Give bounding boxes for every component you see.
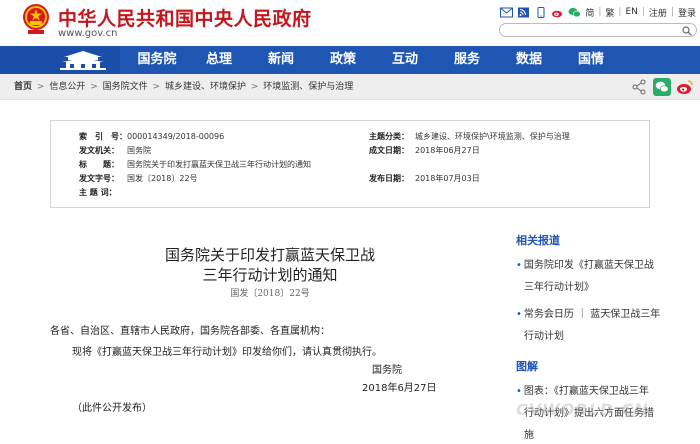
wechat-share-icon[interactable] [653,78,671,96]
issuer-value: 国务院 [127,146,151,155]
related-link-2-cont[interactable]: 行动计划 [516,327,564,342]
breadcrumb-separator: > [36,82,45,92]
graphic-link-1-line3: 施 [524,430,534,441]
issuer-label: 发文机关： [79,146,119,155]
bullet: • [516,260,522,271]
breadcrumb-separator: > [90,82,98,92]
keywords-label: 主 题 词： [79,188,117,197]
gate-tower-icon [60,51,106,70]
nav-item-services[interactable]: 服务 [436,46,498,74]
main-nav: 国务院 总理 新闻 政策 互动 服务 数据 国情 [0,46,700,74]
search-input[interactable] [506,25,676,35]
weibo-share-icon[interactable] [676,78,694,96]
breadcrumb-bar: 首页 > 信息公开 > 国务院文件 > 城乡建设、环境保护 > 环境监测、保护与… [0,74,700,100]
nav-home-block[interactable] [0,46,120,74]
nav-item-interaction[interactable]: 互动 [374,46,436,74]
breadcrumb-home[interactable]: 首页 [14,82,32,92]
article-date: 2018年6月27日 [362,383,437,394]
publish-date-label: 发布日期： [369,174,409,183]
register-link[interactable]: 注册 [649,6,667,19]
nav-item-premier[interactable]: 总理 [188,46,250,74]
separator: | [618,7,622,17]
nav-item-data[interactable]: 数据 [498,46,560,74]
breadcrumb-separator: > [250,82,259,92]
title-label: 标 题： [79,160,119,169]
related-link-1[interactable]: • 国务院印发《打赢蓝天保卫战 [516,256,654,271]
english-link[interactable]: EN [625,7,637,17]
topic-value: 城乡建设、环境保护\环境监测、保护与治理 [415,132,570,141]
related-reports-heading: 相关报道 [516,234,560,247]
breadcrumb-info-public[interactable]: 信息公开 [49,82,85,92]
related-link-1-cont[interactable]: 三年行动计划》 [516,278,594,293]
graphics-heading: 图解 [516,360,538,373]
topic-label: 主题分类： [369,132,409,141]
weibo-icon[interactable] [551,7,564,18]
breadcrumb-separator: > [152,82,161,92]
doc-no-value: 国发〔2018〕22号 [127,174,198,183]
article-title-line2: 三年行动计划的通知 [202,266,338,284]
article-title-line1: 国务院关于印发打赢蓝天保卫战 [164,246,375,264]
separator: | [670,7,674,17]
share-buttons [630,78,694,96]
index-no-label: 索 引 号： [79,132,127,141]
watermark: CVWORLD.CN [516,400,649,419]
document-info-table: 索 引 号： 000014349/2018-00096 主题分类： 城乡建设、环… [50,120,650,208]
search-box [499,23,697,37]
national-emblem-icon[interactable] [22,3,50,35]
graphic-link-1-cont2[interactable]: 施 [516,426,534,441]
bullet: • [516,386,522,397]
title-value: 国务院关于印发打赢蓝天保卫战三年行动计划的通知 [127,160,311,169]
doc-no-label: 发文字号： [79,174,119,183]
breadcrumb-monitoring[interactable]: 环境监测、保护与治理 [263,82,353,92]
graphic-link-1-line1: 图表：《打赢蓝天保卫战三年 [523,386,649,397]
related-link-2[interactable]: • 常务会日历 ｜ 蓝天保卫战三年 [516,305,660,320]
share-icon[interactable] [630,78,648,96]
separator: | [641,7,645,17]
search-icon[interactable] [682,26,692,36]
breadcrumb: 首页 > 信息公开 > 国务院文件 > 城乡建设、环境保护 > 环境监测、保护与… [14,74,353,100]
related-link-1-line1: 国务院印发《打赢蓝天保卫战 [523,260,654,271]
nav-item-state-council[interactable]: 国务院 [126,46,188,74]
separator: | [598,7,602,17]
written-date-value: 2018年06月27日 [415,146,480,155]
mobile-icon[interactable] [534,6,547,18]
breadcrumb-urban-environment[interactable]: 城乡建设、环境保护 [165,82,246,92]
graphic-link-1[interactable]: • 图表：《打赢蓝天保卫战三年 [516,382,649,397]
simplified-link[interactable]: 简 [585,6,594,19]
article-note: （此件公开发布） [72,403,152,414]
written-date-label: 成文日期： [369,146,409,155]
site-title[interactable]: 中华人民共和国中央人民政府 [58,4,312,31]
index-no-value: 000014349/2018-00096 [127,132,225,141]
article-signer: 国务院 [372,365,402,376]
mail-icon[interactable] [500,7,514,18]
site-header: 中华人民共和国中央人民政府 www.gov.cn 简 | 繁 | EN | 注册… [0,0,700,46]
article-body: 现将《打赢蓝天保卫战三年行动计划》印发给你们，请认真贯彻执行。 [72,347,382,358]
related-link-1-line2: 三年行动计划》 [524,282,594,293]
related-link-2-line1: 常务会日历 ｜ 蓝天保卫战三年 [523,309,661,320]
article-doc-number: 国发〔2018〕22号 [230,289,310,299]
login-link[interactable]: 登录 [678,6,696,19]
traditional-link[interactable]: 繁 [605,6,614,19]
publish-date-value: 2018年07月03日 [415,174,480,183]
site-url: www.gov.cn [58,28,118,39]
top-links: 简 | 繁 | EN | 注册 | 登录 [500,5,696,19]
nav-item-national-info[interactable]: 国情 [560,46,622,74]
rss-icon[interactable] [517,7,530,18]
bullet: • [516,309,522,320]
wechat-icon[interactable] [568,7,582,18]
breadcrumb-council-docs[interactable]: 国务院文件 [103,82,148,92]
related-link-2-line2: 行动计划 [524,331,564,342]
nav-item-news[interactable]: 新闻 [250,46,312,74]
article-addressees: 各省、自治区、直辖市人民政府，国务院各部委、各直属机构： [50,326,330,337]
nav-item-policy[interactable]: 政策 [312,46,374,74]
